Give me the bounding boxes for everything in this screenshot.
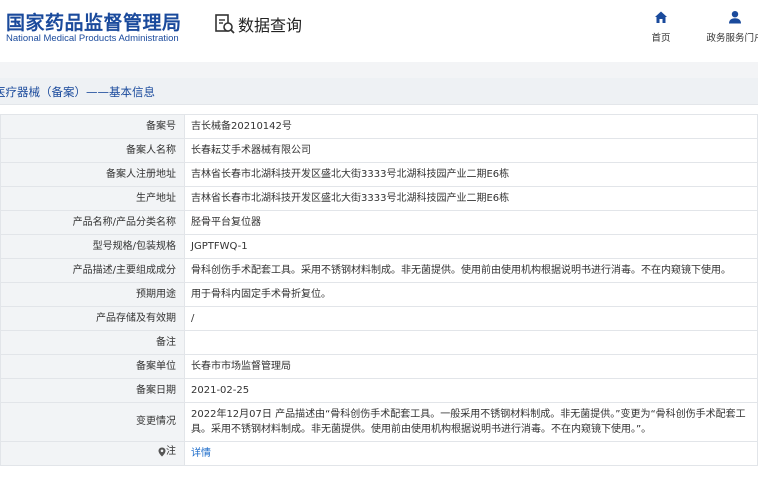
row-value: 骨科创伤手术配套工具。采用不锈钢材料制成。非无菌提供。使用前由使用机构根据说明书… [184,258,758,283]
row-label: 备案号 [0,114,185,139]
row-value: 吉林省长春市北湖科技开发区盛北大街3333号北湖科技园产业二期E6栋 [184,186,758,211]
table-row: 变更情况 2022年12月07日 产品描述由“骨科创伤手术配套工具。一般采用不锈… [0,402,758,442]
nav-home[interactable]: 首页 [631,10,691,44]
data-query-title: 数据查询 [214,12,302,36]
nav-home-label: 首页 [651,33,671,44]
table-row: 产品存储及有效期 / [0,306,758,331]
site-header: 国家药品监督管理局 National Medical Products Admi… [0,0,758,62]
row-label: 产品描述/主要组成成分 [0,258,185,283]
table-row: 生产地址 吉林省长春市北湖科技开发区盛北大街3333号北湖科技园产业二期E6栋 [0,186,758,211]
details-link[interactable]: 详情 [191,448,211,459]
note-value-cell: 详情 [184,441,758,466]
row-label: 备注 [0,330,185,355]
breadcrumb-bar: 医疗器械（备案）——基本信息 [0,78,758,105]
document-search-icon [215,14,235,34]
row-value: 2021-02-25 [184,378,758,403]
user-icon [700,10,758,26]
table-row: 产品名称/产品分类名称 胫骨平台复位器 [0,210,758,235]
row-label: 备案人注册地址 [0,162,185,187]
row-label: 产品存储及有效期 [0,306,185,331]
row-label: 备案人名称 [0,138,185,163]
table-row: 备案号 吉长械备20210142号 [0,114,758,139]
table-row: 备案人名称 长春耘艾手术器械有限公司 [0,138,758,163]
row-value: 长春耘艾手术器械有限公司 [184,138,758,163]
logo-title-en: National Medical Products Administration [6,33,179,44]
row-value [184,330,758,355]
table-row: 备注 [0,330,758,355]
info-table: 备案号 吉长械备20210142号 备案人名称 长春耘艾手术器械有限公司 备案人… [0,114,758,466]
table-row: 备案日期 2021-02-25 [0,378,758,403]
row-label: 生产地址 [0,186,185,211]
logo-title-cn: 国家药品监督管理局 [6,12,182,34]
table-row: 备案人注册地址 吉林省长春市北湖科技开发区盛北大街3333号北湖科技园产业二期E… [0,162,758,187]
nav-service-portal[interactable]: 政务服务门户 [700,10,758,44]
row-label: 备案日期 [0,378,185,403]
row-label: 型号规格/包装规格 [0,234,185,259]
note-label-cell: 注 [0,441,185,466]
pin-icon [158,447,166,457]
header-divider-band [0,62,758,78]
row-value: 长春市市场监督管理局 [184,354,758,379]
row-label: 产品名称/产品分类名称 [0,210,185,235]
row-value: 2022年12月07日 产品描述由“骨科创伤手术配套工具。一般采用不锈钢材料制成… [184,402,758,442]
table-row: 预期用途 用于骨科内固定手术骨折复位。 [0,282,758,307]
row-label: 变更情况 [0,402,185,442]
note-label: 注 [166,446,176,457]
table-row: 型号规格/包装规格 JGPTFWQ-1 [0,234,758,259]
breadcrumb: 医疗器械（备案）——基本信息 [0,85,155,99]
row-label: 预期用途 [0,282,185,307]
table-row: 备案单位 长春市市场监督管理局 [0,354,758,379]
nav-service-label: 政务服务门户 [706,33,758,44]
row-value: JGPTFWQ-1 [184,234,758,259]
row-label: 备案单位 [0,354,185,379]
row-value: / [184,306,758,331]
table-row-note: 注 详情 [0,441,758,466]
row-value: 胫骨平台复位器 [184,210,758,235]
table-row: 产品描述/主要组成成分 骨科创伤手术配套工具。采用不锈钢材料制成。非无菌提供。使… [0,258,758,283]
row-value: 吉林省长春市北湖科技开发区盛北大街3333号北湖科技园产业二期E6栋 [184,162,758,187]
data-query-label: 数据查询 [238,16,303,35]
row-value: 用于骨科内固定手术骨折复位。 [184,282,758,307]
home-icon [631,10,691,26]
row-value: 吉长械备20210142号 [184,114,758,139]
